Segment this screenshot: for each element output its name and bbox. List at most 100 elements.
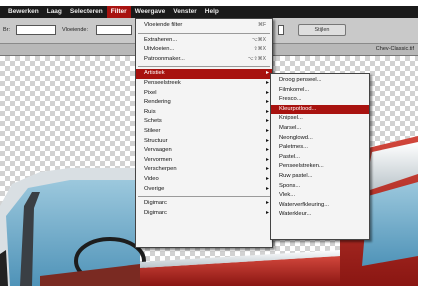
menu-item-label: Vlek...	[279, 192, 296, 199]
menu-item-label: Pixel	[144, 89, 157, 96]
menu-item-label: Paletmes...	[279, 144, 308, 151]
shortcut-label: ⇧⌘X	[253, 46, 266, 53]
shortcut-label: ⌥⇧⌘X	[247, 55, 266, 62]
menu-item-vervormen[interactable]: Vervormen ▸	[136, 156, 272, 166]
submenu-arrow-icon: ▸	[265, 99, 269, 106]
menu-laag[interactable]: Laag	[43, 6, 66, 18]
menu-item-verscherpen[interactable]: Verscherpen ▸	[136, 165, 272, 175]
menu-item-extract[interactable]: Extraheren... ⌥⌘X	[136, 36, 272, 46]
menu-item-label: Ruis	[144, 108, 156, 115]
filter-menu: Vloeiende filter ⌘F Extraheren... ⌥⌘X Ui…	[135, 18, 273, 248]
submenu-arrow-icon: ▸	[265, 79, 269, 86]
menu-item-schets[interactable]: Schets ▸	[136, 117, 272, 127]
menu-item-ruis[interactable]: Ruis ▸	[136, 108, 272, 118]
menu-item-label: Knipsel...	[279, 115, 303, 122]
menu-item-video[interactable]: Video ▸	[136, 175, 272, 185]
menu-item-pattern-maker[interactable]: Patroonmaker... ⌥⇧⌘X	[136, 55, 272, 65]
options-label-vloeiende: Vloeiende:	[62, 27, 88, 33]
menu-item-label: Pastel...	[279, 153, 300, 160]
submenu-item-neonglowd[interactable]: Neonglowd...	[271, 134, 369, 144]
submenu-item-spons[interactable]: Spons...	[271, 182, 369, 192]
menu-item-vervaagen[interactable]: Vervaagen ▸	[136, 146, 272, 156]
shortcut-label: ⌥⌘X	[251, 36, 266, 43]
submenu-item-ruw-pastel[interactable]: Ruw pastel...	[271, 172, 369, 182]
submenu-arrow-icon: ▸	[265, 200, 269, 207]
menu-item-stileer[interactable]: Stileer ▸	[136, 127, 272, 137]
menu-item-label: Digimarc	[144, 209, 167, 216]
menu-item-label: Extraheren...	[144, 36, 178, 43]
menu-item-rendering[interactable]: Rendering ▸	[136, 98, 272, 108]
menu-item-label: Patroonmaker...	[144, 55, 185, 62]
menu-item-label: Overige	[144, 185, 165, 192]
menu-item-label: Artistiek	[144, 70, 165, 77]
artistic-submenu: Droog penseel... Filmkorrel... Fresco...…	[270, 73, 370, 240]
submenu-arrow-icon: ▸	[265, 137, 269, 144]
menu-item-label: Rendering	[144, 99, 171, 106]
submenu-arrow-icon: ▸	[265, 156, 269, 163]
submenu-item-marsel[interactable]: Marsel...	[271, 124, 369, 134]
options-checkbox[interactable]	[278, 25, 284, 35]
menu-selecteren[interactable]: Selecteren	[66, 6, 107, 18]
menu-item-label: Droog penseel...	[279, 77, 322, 83]
options-label-br: Br:	[3, 27, 11, 33]
submenu-item-droog-penseel[interactable]: Droog penseel...	[271, 76, 369, 86]
menu-weergave[interactable]: Weergave	[131, 6, 170, 18]
menu-item-label: Ruw pastel...	[279, 172, 313, 179]
submenu-item-filmkorrel[interactable]: Filmkorrel...	[271, 86, 369, 96]
menu-item-structuur[interactable]: Structuur ▸	[136, 137, 272, 147]
brush-size-field[interactable]	[16, 25, 56, 35]
menu-item-last-filter[interactable]: Vloeiende filter ⌘F	[136, 21, 272, 31]
submenu-item-fresco[interactable]: Fresco...	[271, 95, 369, 105]
menu-venster[interactable]: Venster	[169, 6, 201, 18]
submenu-arrow-icon: ▸	[265, 108, 269, 115]
submenu-item-waterkleur[interactable]: Waterkleur...	[271, 210, 369, 220]
submenu-item-paletmes[interactable]: Paletmes...	[271, 143, 369, 153]
menu-item-digimarc-2[interactable]: Digimarc ▸	[136, 209, 272, 219]
submenu-item-kleurpotlood[interactable]: Kleurpotlood...	[271, 104, 369, 115]
menu-help[interactable]: Help	[201, 6, 223, 18]
menu-item-label: Waterkleur...	[279, 211, 312, 218]
menu-item-label: Uitvloeien...	[144, 46, 175, 53]
photoshop-window: Bewerken Laag Selecteren Filter Weergave…	[0, 0, 425, 292]
submenu-item-vlek[interactable]: Vlek...	[271, 191, 369, 201]
menu-item-label: Neonglowd...	[279, 134, 313, 141]
menu-item-label: Spons...	[279, 182, 301, 189]
menu-item-label: Penseelstreek	[144, 79, 181, 86]
submenu-arrow-icon: ▸	[265, 166, 269, 173]
submenu-item-penseelstreken[interactable]: Penseelstreken...	[271, 162, 369, 172]
menu-item-label: Structuur	[144, 137, 168, 144]
menu-item-artistiek[interactable]: Artistiek ▸	[136, 69, 272, 79]
menu-separator	[138, 196, 270, 198]
menu-filter[interactable]: Filter	[106, 6, 131, 18]
submenu-arrow-icon: ▸	[265, 127, 269, 134]
menu-item-label: Penseelstreken...	[279, 163, 324, 170]
menu-item-label: Vervaagen	[144, 147, 172, 154]
menu-item-digimarc-1[interactable]: Digimarc ▸	[136, 199, 272, 209]
menu-item-label: Schets	[144, 118, 162, 125]
menu-item-overige[interactable]: Overige ▸	[136, 185, 272, 195]
menu-item-label: Filmkorrel...	[279, 86, 310, 93]
menu-item-liquify[interactable]: Uitvloeien... ⇧⌘X	[136, 45, 272, 55]
menu-item-label: Marsel...	[279, 124, 302, 131]
submenu-arrow-icon: ▸	[265, 185, 269, 192]
submenu-item-waterverfkleuring[interactable]: Waterverfkleuring...	[271, 201, 369, 211]
frame-border-right	[418, 0, 425, 292]
menu-item-label: Fresco...	[279, 96, 302, 103]
menu-item-label: Verscherpen	[144, 166, 177, 173]
submenu-item-pastel[interactable]: Pastel...	[271, 153, 369, 163]
submenu-arrow-icon: ▸	[265, 118, 269, 125]
shortcut-label: ⌘F	[257, 22, 266, 28]
submenu-arrow-icon: ▸	[265, 209, 269, 216]
feather-field[interactable]	[96, 25, 132, 35]
styles-button[interactable]: Stijlen	[298, 24, 346, 36]
submenu-item-knipsel[interactable]: Knipsel...	[271, 114, 369, 124]
menu-item-label: Vervormen	[144, 156, 173, 163]
menu-separator	[138, 32, 270, 34]
submenu-arrow-icon: ▸	[265, 89, 269, 96]
submenu-arrow-icon: ▸	[265, 175, 269, 182]
menu-item-penseelstreek[interactable]: Penseelstreek ▸	[136, 79, 272, 89]
submenu-arrow-icon: ▸	[265, 147, 269, 154]
menu-bewerken[interactable]: Bewerken	[4, 6, 43, 18]
menu-item-pixel[interactable]: Pixel ▸	[136, 89, 272, 99]
menu-item-label: Digimarc	[144, 200, 167, 207]
